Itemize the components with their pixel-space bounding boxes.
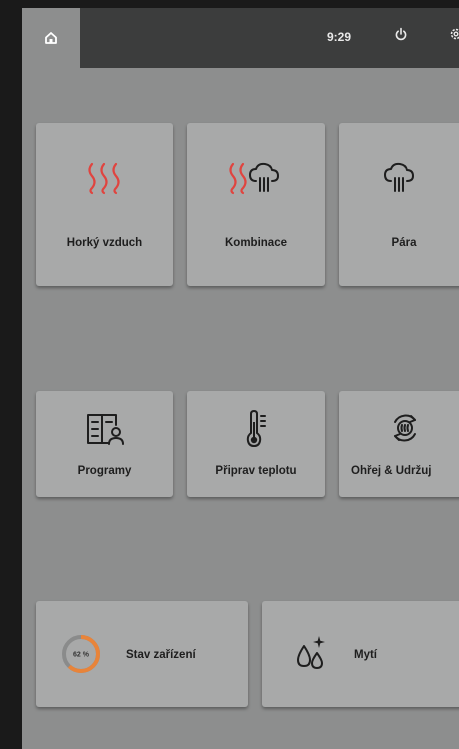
- cleaning-label: Mytí: [354, 649, 377, 661]
- thermometer-icon: [246, 409, 266, 448]
- mode-combination-label: Kombinace: [225, 237, 287, 249]
- home-button[interactable]: [22, 8, 80, 68]
- home-icon: [45, 32, 57, 44]
- hot-air-icon: [88, 162, 120, 195]
- power-icon[interactable]: [394, 27, 408, 41]
- device-status-tile[interactable]: 62 % Stav zařízení: [36, 601, 248, 707]
- steam-icon: [384, 162, 414, 192]
- oven-display: 9:29 Horký vzduch Kombinace Pára Program…: [22, 8, 459, 749]
- cleaning-tile[interactable]: Mytí: [262, 601, 459, 707]
- combination-icon: [229, 162, 279, 195]
- function-reheat-hold[interactable]: Ohřej & Udržuj: [339, 391, 459, 497]
- device-status-label: Stav zařízení: [126, 649, 196, 661]
- programs-icon: [87, 414, 124, 445]
- function-programs[interactable]: Programy: [36, 391, 173, 497]
- mode-hot-air[interactable]: Horký vzduch: [36, 123, 173, 286]
- mode-steam[interactable]: Pára: [339, 123, 459, 286]
- function-programs-label: Programy: [77, 465, 132, 477]
- function-reheat-hold-label: Ohřej & Udržuj: [351, 465, 432, 477]
- clock-time: 9:29: [327, 30, 352, 44]
- mode-steam-label: Pára: [391, 237, 417, 249]
- function-preheat[interactable]: Připrav teplotu: [187, 391, 325, 497]
- function-preheat-label: Připrav teplotu: [215, 465, 297, 477]
- device-status-gauge: 62 %: [62, 635, 100, 673]
- mode-combination[interactable]: Kombinace: [187, 123, 325, 286]
- reheat-icon: [394, 414, 416, 442]
- mode-hot-air-label: Horký vzduch: [66, 237, 143, 249]
- status-bar: 9:29: [22, 8, 459, 68]
- cleaning-drops-icon: [297, 636, 325, 669]
- gear-icon[interactable]: [449, 27, 459, 41]
- device-status-percent: 62 %: [73, 652, 90, 659]
